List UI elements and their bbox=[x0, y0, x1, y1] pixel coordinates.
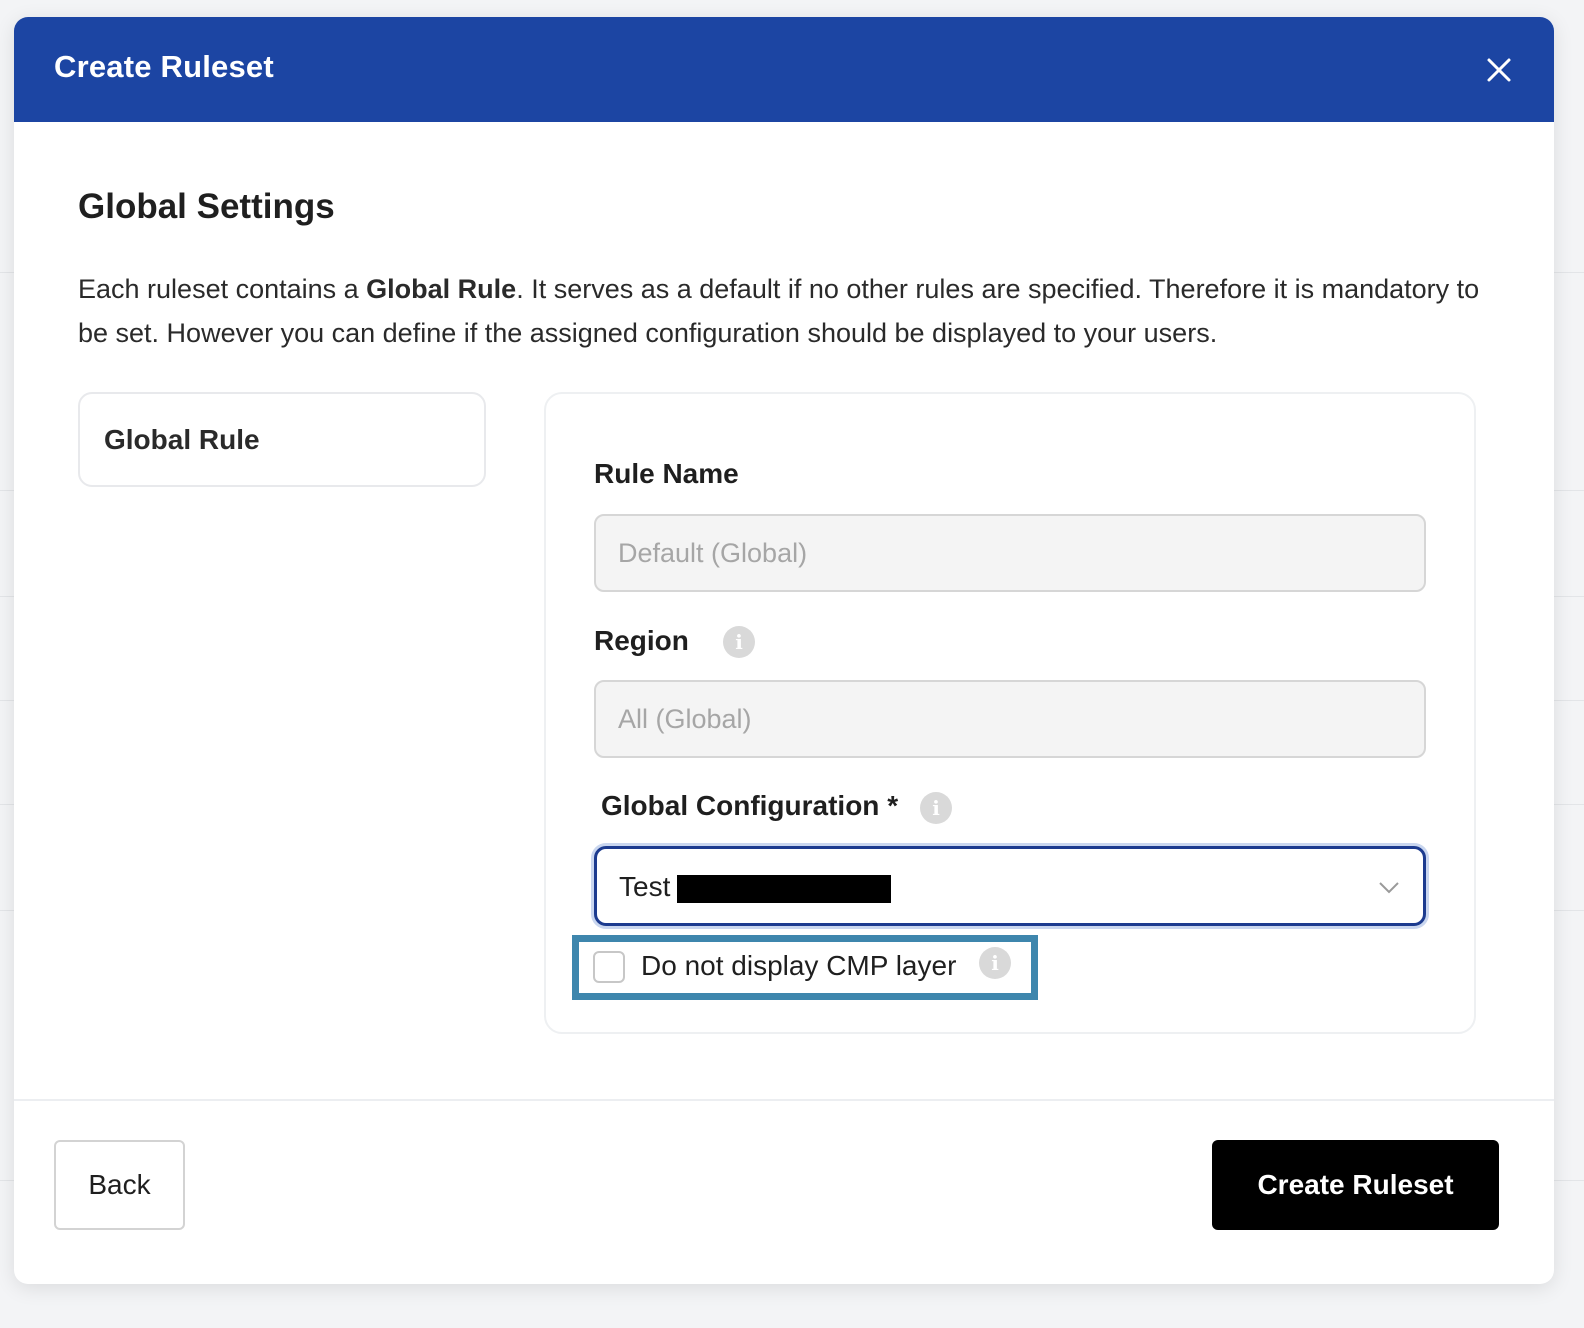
chevron-down-icon bbox=[1379, 882, 1399, 894]
create-ruleset-button[interactable]: Create Ruleset bbox=[1212, 1140, 1499, 1230]
info-icon[interactable]: i bbox=[723, 626, 755, 658]
global-configuration-select[interactable]: Test bbox=[594, 846, 1426, 926]
rule-list-item-global[interactable]: Global Rule bbox=[78, 392, 486, 487]
section-title: Global Settings bbox=[78, 187, 335, 226]
rule-name-input bbox=[594, 514, 1426, 592]
required-mark: * bbox=[887, 790, 899, 821]
rule-list-item-label: Global Rule bbox=[104, 424, 260, 455]
rule-name-label: Rule Name bbox=[594, 458, 739, 489]
intro-text-bold: Global Rule bbox=[366, 274, 517, 304]
close-icon bbox=[1487, 58, 1511, 82]
hide-cmp-label[interactable]: Do not display CMP layer bbox=[641, 950, 956, 982]
info-icon[interactable]: i bbox=[979, 947, 1011, 979]
close-button[interactable] bbox=[1482, 53, 1516, 87]
intro-text-start: Each ruleset contains a bbox=[78, 274, 367, 304]
footer-divider bbox=[14, 1099, 1554, 1101]
modal-title: Create Ruleset bbox=[54, 49, 274, 84]
region-input bbox=[594, 680, 1426, 758]
global-configuration-value: Test bbox=[619, 871, 671, 902]
global-configuration-label: Global Configuration * bbox=[601, 790, 898, 822]
modal-header: Create Ruleset bbox=[14, 17, 1554, 122]
create-ruleset-modal: Create Ruleset Global Settings Each rule… bbox=[14, 17, 1554, 1284]
hide-cmp-highlight: Do not display CMP layer i bbox=[572, 935, 1038, 1000]
info-icon[interactable]: i bbox=[920, 792, 952, 824]
global-configuration-label-text: Global Configuration bbox=[601, 790, 880, 821]
redacted-block bbox=[677, 875, 891, 903]
hide-cmp-checkbox[interactable] bbox=[593, 951, 625, 983]
back-button[interactable]: Back bbox=[54, 1140, 185, 1230]
intro-text: Each ruleset contains a Global Rule. It … bbox=[78, 267, 1498, 355]
region-label: Region bbox=[594, 625, 689, 656]
